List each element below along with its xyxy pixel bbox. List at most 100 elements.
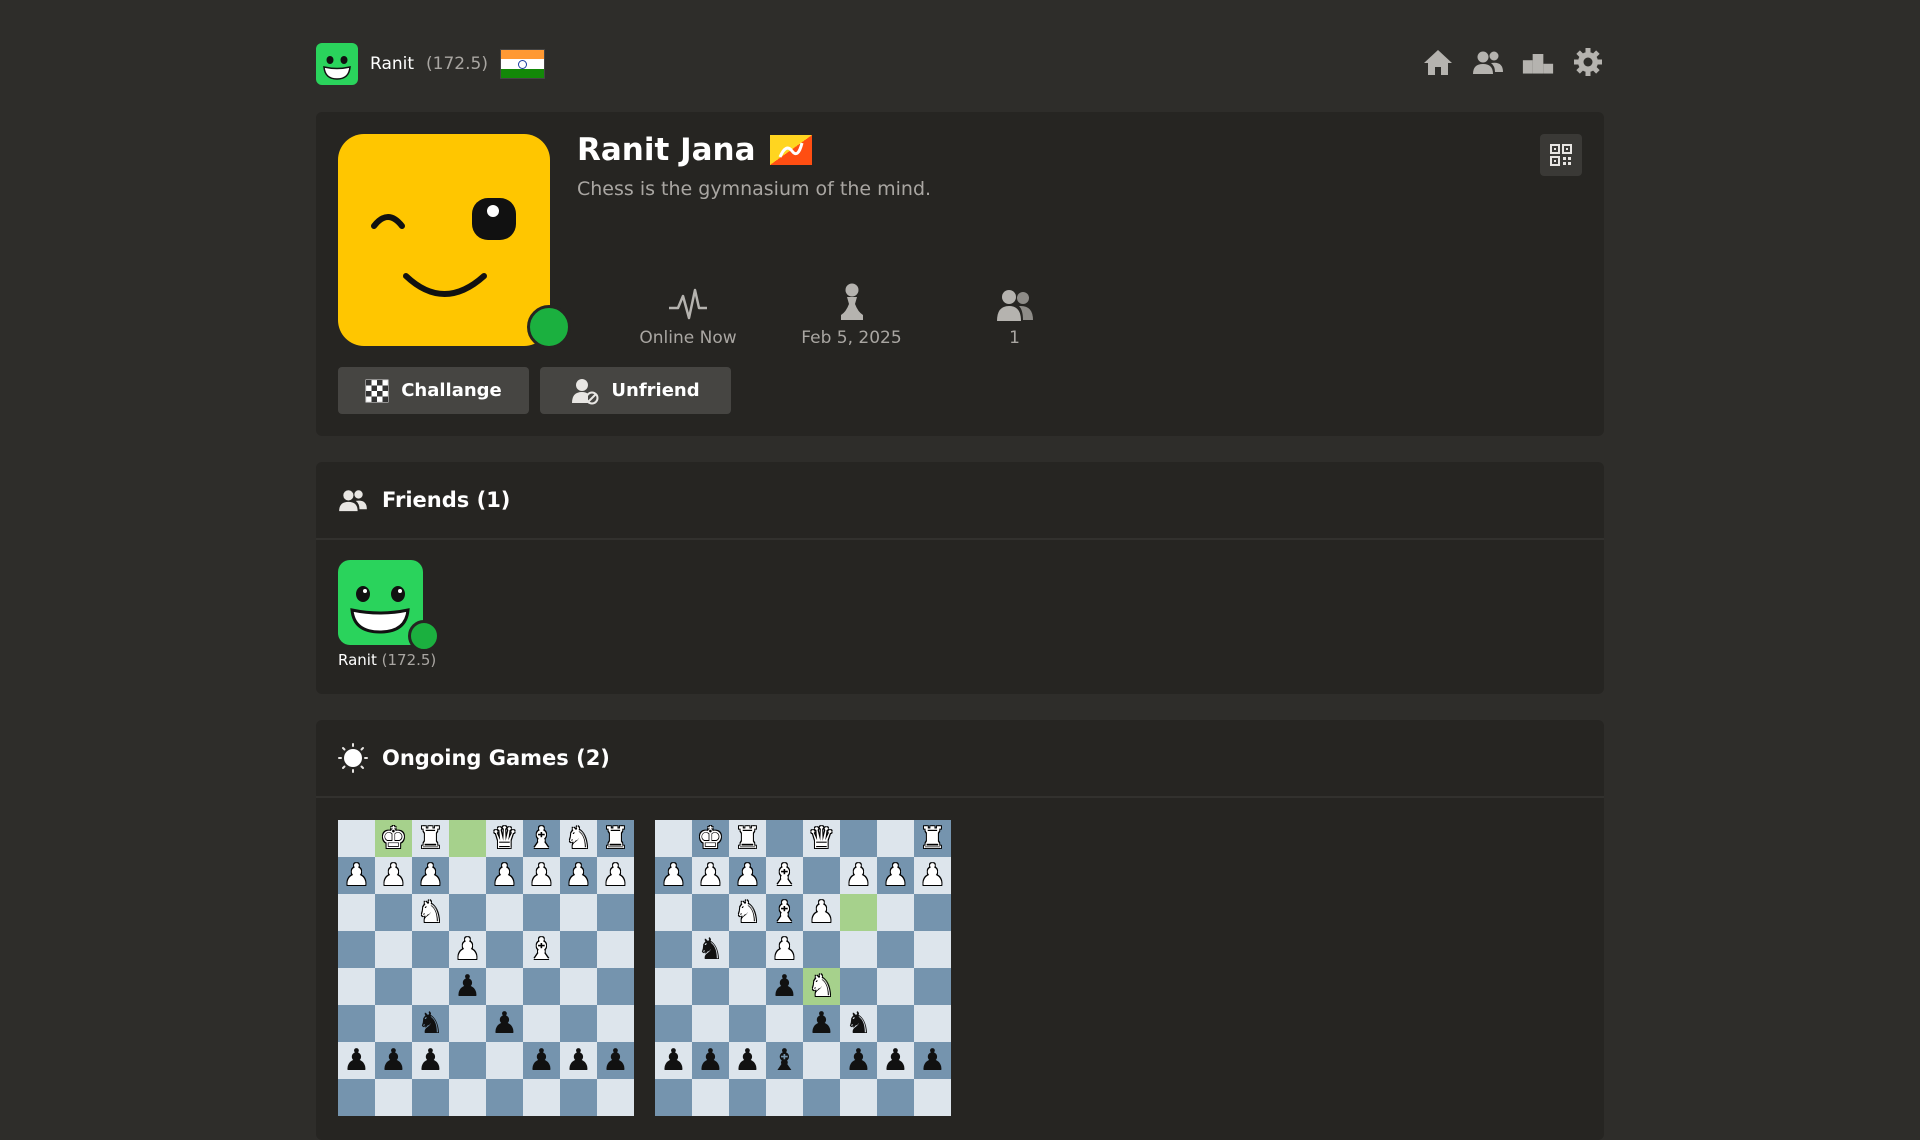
board-square: ♜ xyxy=(729,820,766,857)
board-square: ♞ xyxy=(412,894,449,931)
board-square xyxy=(729,1005,766,1042)
board-square: ♟ xyxy=(597,857,634,894)
board-square xyxy=(486,931,523,968)
stat-friends-count: 1 xyxy=(1009,328,1020,348)
stat-status-text: Online Now xyxy=(639,328,737,348)
profile-actions: Challange Unfriend xyxy=(338,367,731,414)
current-user[interactable]: Ranit (172.5) xyxy=(316,43,545,85)
challenge-button-label: Challange xyxy=(401,380,502,401)
board-square xyxy=(449,1005,486,1042)
board-square xyxy=(412,968,449,1005)
board-square xyxy=(597,931,634,968)
friend-card[interactable]: Ranit (172.5) xyxy=(338,560,440,669)
board-square: ♞ xyxy=(560,820,597,857)
board-square: ♟ xyxy=(840,857,877,894)
white-knight-piece: ♞ xyxy=(808,968,835,1004)
board-square: ♟ xyxy=(803,1005,840,1042)
board-square xyxy=(803,931,840,968)
black-knight-piece: ♞ xyxy=(845,1005,872,1041)
home-button[interactable] xyxy=(1422,46,1454,78)
board-square xyxy=(523,968,560,1005)
white-pawn-piece: ♟ xyxy=(602,857,629,893)
board-square xyxy=(877,1079,914,1116)
leaderboard-icon xyxy=(1522,54,1554,74)
board-square: ♞ xyxy=(412,1005,449,1042)
board-square: ♝ xyxy=(766,857,803,894)
friend-rating: (172.5) xyxy=(381,651,437,669)
white-bishop-piece: ♝ xyxy=(771,857,798,893)
board-square xyxy=(877,931,914,968)
board-square xyxy=(877,820,914,857)
board-square xyxy=(375,968,412,1005)
board-square xyxy=(692,1079,729,1116)
home-icon xyxy=(1424,50,1452,75)
board-square xyxy=(766,1079,803,1116)
friend-label: Ranit (172.5) xyxy=(338,651,438,669)
white-pawn-piece: ♟ xyxy=(343,857,370,893)
board-square: ♟ xyxy=(412,1042,449,1079)
friends-stat-icon xyxy=(996,290,1033,321)
current-user-avatar xyxy=(316,43,358,85)
board-square xyxy=(729,1079,766,1116)
black-pawn-piece: ♟ xyxy=(380,1042,407,1078)
ongoing-games-icon xyxy=(338,743,368,773)
board-square xyxy=(655,931,692,968)
board-square: ♟ xyxy=(914,1042,951,1079)
black-pawn-piece: ♟ xyxy=(697,1042,724,1078)
white-pawn-piece: ♟ xyxy=(417,857,444,893)
pawn-icon xyxy=(840,283,863,320)
challenge-button[interactable]: Challange xyxy=(338,367,529,414)
board-square: ♟ xyxy=(729,1042,766,1079)
board-square: ♞ xyxy=(692,931,729,968)
white-pawn-piece: ♟ xyxy=(882,857,909,893)
board-square xyxy=(914,1005,951,1042)
game-board-2[interactable]: ♚ ♜ ♛ ♜ ♟ ♟ ♟ ♝ ♟ ♟ ♟ ♞ ♝ ♟ ♞ ♟ ♟ ♞ ♟ ♞ ♟ ♟ ♟ ♝ ♟ ♟ ♟ xyxy=(655,820,951,1116)
black-pawn-piece: ♟ xyxy=(660,1042,687,1078)
profile-stats: Online Now Feb 5, 2025 1 xyxy=(606,276,1096,348)
settings-button[interactable] xyxy=(1572,46,1604,78)
board-square xyxy=(338,931,375,968)
game-board-1[interactable]: ♚ ♜ ♛ ♝ ♞ ♜ ♟ ♟ ♟ ♟ ♟ ♟ ♟ ♞ ♟ ♝ ♟ ♞ ♟ ♟ ♟ ♟ ♟ ♟ ♟ xyxy=(338,820,634,1116)
board-square xyxy=(877,894,914,931)
black-bishop-piece: ♝ xyxy=(771,1042,798,1078)
board-square xyxy=(375,931,412,968)
stat-friends: 1 xyxy=(933,276,1096,348)
board-square xyxy=(523,1079,560,1116)
board-square: ♛ xyxy=(803,820,840,857)
board-square xyxy=(560,894,597,931)
board-square xyxy=(560,931,597,968)
bhutan-flag-icon xyxy=(769,135,812,165)
board-square xyxy=(840,894,877,931)
ongoing-games-section: Ongoing Games (2) ♚ ♜ ♛ ♝ ♞ ♜ ♟ ♟ ♟ ♟ ♟ ♟ ♟ ♞ ♟ ♝ ♟ ♞ ♟ ♟ ♟ ♟… xyxy=(316,720,1604,1140)
board-square: ♟ xyxy=(523,857,560,894)
leaderboard-button[interactable] xyxy=(1522,46,1554,78)
board-square xyxy=(449,820,486,857)
main-nav xyxy=(1422,46,1604,78)
unfriend-button[interactable]: Unfriend xyxy=(540,367,731,414)
settings-icon xyxy=(1574,48,1602,76)
games-header: Ongoing Games (2) xyxy=(316,720,1604,798)
black-pawn-piece: ♟ xyxy=(808,1005,835,1041)
white-pawn-piece: ♟ xyxy=(528,857,555,893)
board-square xyxy=(597,968,634,1005)
qr-code-button[interactable] xyxy=(1540,134,1582,176)
board-square: ♝ xyxy=(523,931,560,968)
board-square xyxy=(338,968,375,1005)
white-knight-piece: ♞ xyxy=(734,894,761,930)
board-square xyxy=(375,1005,412,1042)
friends-button[interactable] xyxy=(1472,46,1504,78)
board-square: ♚ xyxy=(692,820,729,857)
black-pawn-piece: ♟ xyxy=(602,1042,629,1078)
white-pawn-piece: ♟ xyxy=(734,857,761,893)
white-pawn-piece: ♟ xyxy=(454,931,481,967)
friends-section-icon xyxy=(339,490,367,512)
board-square xyxy=(597,1079,634,1116)
white-king-piece: ♚ xyxy=(380,820,407,856)
stat-joined-text: Feb 5, 2025 xyxy=(801,328,902,348)
board-square: ♟ xyxy=(560,1042,597,1079)
board-square: ♟ xyxy=(692,857,729,894)
white-queen-piece: ♛ xyxy=(808,820,835,856)
board-square: ♟ xyxy=(375,857,412,894)
board-square xyxy=(803,1079,840,1116)
board-square xyxy=(375,894,412,931)
